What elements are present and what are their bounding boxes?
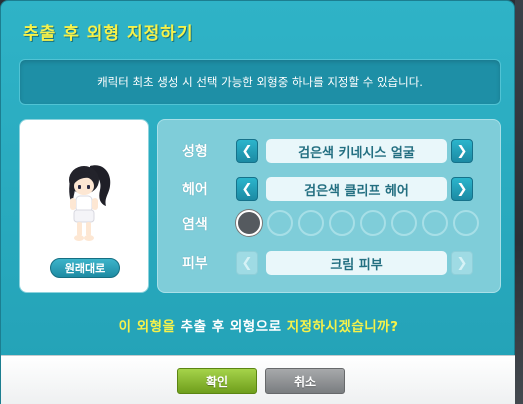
hair-value: 검은색 클리프 헤어 bbox=[266, 177, 447, 201]
skin-next-button[interactable]: ❯ bbox=[451, 251, 473, 275]
dialog-title: 추출 후 외형 지정하기 bbox=[23, 24, 194, 44]
skin-row: 피부 ❮ 크림 피부 ❯ bbox=[158, 248, 502, 276]
ok-button[interactable]: 확인 bbox=[177, 368, 257, 394]
skin-prev-button[interactable]: ❮ bbox=[236, 251, 258, 275]
chevron-left-icon: ❮ bbox=[241, 143, 253, 159]
skin-label: 피부 bbox=[182, 256, 208, 272]
dye-swatch[interactable] bbox=[329, 210, 355, 236]
dye-swatch[interactable] bbox=[391, 210, 417, 236]
hair-row: 헤어 ❮ 검은색 클리프 헤어 ❯ bbox=[158, 174, 502, 202]
question-part3: 지정하시겠습니까? bbox=[286, 319, 399, 335]
notice-box: 캐릭터 최초 생성 시 선택 가능한 외형중 하나를 지정할 수 있습니다. bbox=[19, 59, 501, 105]
appearance-options: 성형 ❮ 검은색 키네시스 얼굴 ❯ 헤어 ❮ 검은색 클리프 헤어 ❯ 염색 … bbox=[157, 119, 501, 293]
hair-prev-button[interactable]: ❮ bbox=[236, 177, 258, 201]
cancel-button[interactable]: 취소 bbox=[265, 368, 345, 394]
face-value: 검은색 키네시스 얼굴 bbox=[266, 139, 447, 163]
chevron-right-icon: ❯ bbox=[456, 255, 468, 271]
dye-swatch[interactable] bbox=[236, 210, 262, 236]
character-preview: 원래대로 bbox=[19, 119, 149, 293]
appearance-dialog: 추출 후 외형 지정하기 캐릭터 최초 생성 시 선택 가능한 외형중 하나를 … bbox=[0, 0, 516, 404]
face-row: 성형 ❮ 검은색 키네시스 얼굴 ❯ bbox=[158, 136, 502, 164]
dye-label: 염색 bbox=[182, 217, 208, 233]
hair-next-button[interactable]: ❯ bbox=[451, 177, 473, 201]
notice-text: 캐릭터 최초 생성 시 선택 가능한 외형중 하나를 지정할 수 있습니다. bbox=[97, 75, 423, 89]
hair-label: 헤어 bbox=[182, 182, 208, 198]
dye-swatch[interactable] bbox=[360, 210, 386, 236]
background-window-edge bbox=[515, 0, 523, 404]
dye-swatch[interactable] bbox=[267, 210, 293, 236]
dialog-footer: 확인 취소 bbox=[1, 355, 516, 404]
skin-value: 크림 피부 bbox=[266, 251, 447, 275]
dye-swatch[interactable] bbox=[298, 210, 324, 236]
chevron-left-icon: ❮ bbox=[241, 181, 253, 197]
question-part1: 이 외형을 bbox=[118, 319, 176, 335]
restore-button[interactable]: 원래대로 bbox=[50, 258, 120, 278]
character-avatar bbox=[69, 165, 111, 241]
face-prev-button[interactable]: ❮ bbox=[236, 139, 258, 163]
question-part2: 추출 후 외형으로 bbox=[180, 319, 282, 335]
dye-swatch[interactable] bbox=[453, 210, 479, 236]
dye-swatch[interactable] bbox=[422, 210, 448, 236]
chevron-left-icon: ❮ bbox=[241, 255, 253, 271]
confirm-question: 이 외형을 추출 후 외형으로 지정하시겠습니까? bbox=[1, 315, 516, 335]
dye-row: 염색 bbox=[158, 209, 502, 237]
face-next-button[interactable]: ❯ bbox=[451, 139, 473, 163]
chevron-right-icon: ❯ bbox=[456, 143, 468, 159]
chevron-right-icon: ❯ bbox=[456, 181, 468, 197]
face-label: 성형 bbox=[182, 144, 208, 160]
